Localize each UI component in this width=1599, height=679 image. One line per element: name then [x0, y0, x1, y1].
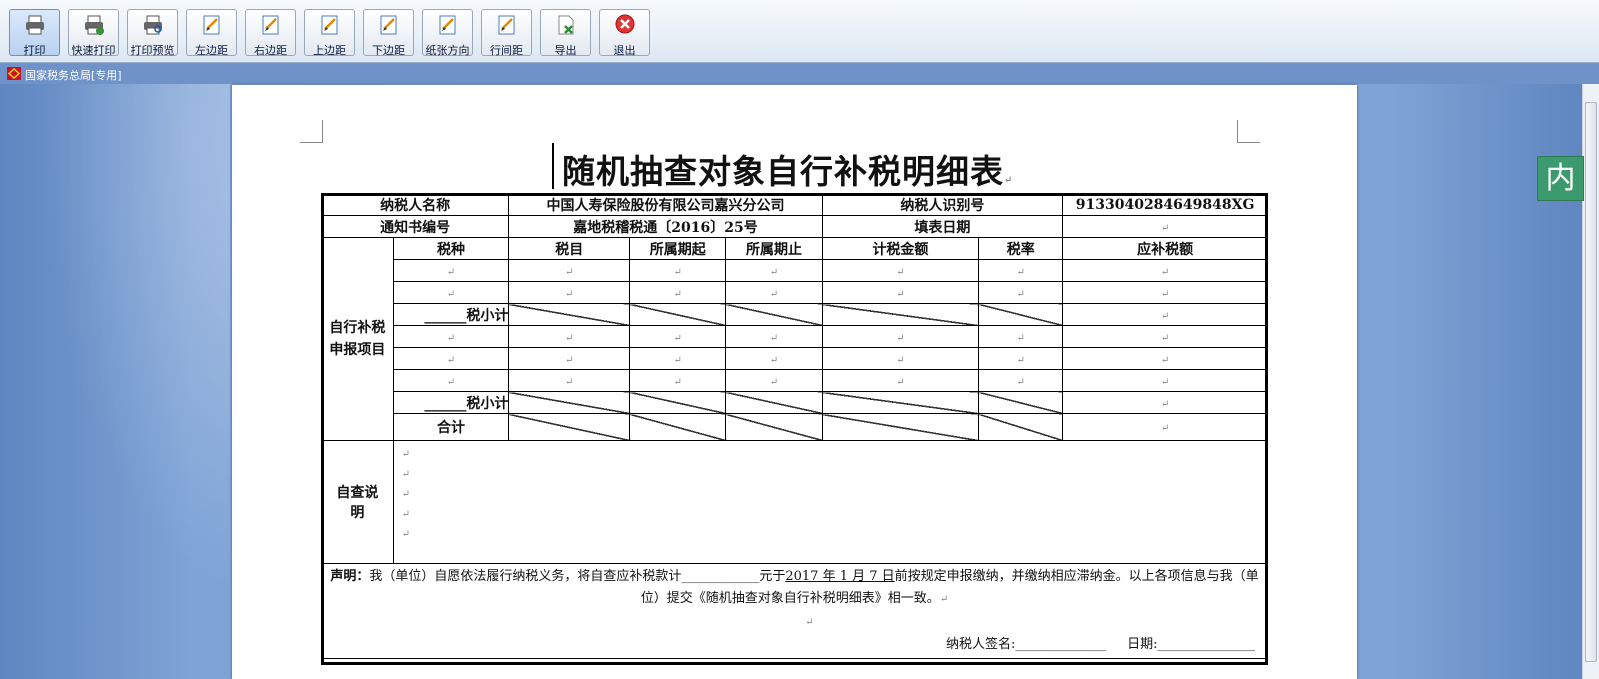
margin-corner-top-right [1237, 120, 1260, 143]
export-excel-icon [558, 15, 574, 35]
top-margin-label: 上边距 [313, 44, 346, 57]
printer-icon [26, 15, 44, 35]
line-spacing-label: 行间距 [490, 44, 523, 57]
declaration-text-1: 我（单位）自愿依法履行纳税义务，将自查应补税款计____________元于 [369, 569, 786, 584]
declaration-date: 2017 年 1 月 7 日 [785, 569, 895, 584]
left-margin-button[interactable]: 左边距 [186, 9, 237, 57]
paper-orientation-label: 纸张方向 [425, 44, 470, 57]
document-page: 随机抽查对象自行补税明细表↵ 纳税人名称 中国人寿保险股份有限公司嘉兴分公司 纳… [232, 85, 1357, 679]
notice-number-label: 通知书编号 [320, 215, 510, 238]
bottom-margin-label: 下边距 [372, 44, 405, 57]
declaration-date-line: 日期:_______________ [1127, 637, 1255, 652]
notes-row: 自查说明 ↵ ↵ ↵ ↵ ↵ [321, 440, 1269, 564]
vertical-scrollbar[interactable] [1582, 84, 1599, 679]
total-row: 合计 ↵ [322, 413, 1268, 441]
notice-number-value: 嘉地税稽税通〔2016〕25号 [508, 215, 823, 238]
section-label: 自行补税申报项目 [321, 237, 394, 441]
right-margin-label: 右边距 [254, 44, 287, 57]
line-spacing-icon [498, 15, 515, 35]
right-margin-icon [262, 15, 279, 35]
document-tab-bar: 国家税务总局[专用] [0, 64, 1599, 84]
print-preview-button[interactable]: 打印预览 [127, 9, 178, 57]
fill-date-label: 填表日期 [821, 215, 1064, 238]
left-margin-icon [203, 15, 220, 35]
document-title: 随机抽查对象自行补税明细表↵ [562, 152, 1014, 191]
scrollbar-thumb[interactable] [1585, 102, 1597, 662]
tax-detail-table: 纳税人名称 中国人寿保险股份有限公司嘉兴分公司 纳税人识别号 913304028… [320, 193, 1269, 659]
quick-print-button[interactable]: 快速打印 [68, 9, 119, 57]
table-row: ↵ ↵ ↵ ↵ ↵ ↵ ↵ [322, 259, 1268, 282]
table-row: ↵ ↵ ↵ ↵ ↵ ↵ ↵ [322, 369, 1268, 392]
quick-print-label: 快速打印 [71, 44, 116, 57]
left-margin-label: 左边距 [195, 44, 228, 57]
exit-icon [615, 14, 635, 34]
margin-corner-top-left [300, 120, 323, 143]
subtotal-label: ______税小计 [392, 391, 510, 414]
taxpayer-id-value: 913304028464984​8XG [1062, 193, 1268, 216]
notes-label: 自查说明 [321, 440, 394, 564]
paper-orientation-button[interactable]: 纸张方向 [422, 9, 473, 57]
exit-button[interactable]: 退出 [599, 9, 650, 57]
export-label: 导出 [554, 44, 577, 57]
subtotal-row: ______税小计 ↵ [322, 303, 1268, 326]
col-tax-type: 税种 [392, 237, 510, 260]
taxpayer-name-label: 纳税人名称 [320, 193, 510, 216]
subtotal-row: ______税小计 ↵ [322, 391, 1268, 414]
subtotal-label: ______税小计 [392, 303, 510, 326]
paper-orientation-icon [439, 15, 456, 35]
print-label: 打印 [23, 44, 46, 57]
quick-print-icon [85, 15, 104, 35]
total-label: 合计 [392, 413, 510, 441]
top-margin-icon [321, 15, 338, 35]
col-tax-item: 税目 [508, 237, 631, 260]
fill-date-value: ↵ [1062, 215, 1268, 238]
col-tax-rate: 税率 [978, 237, 1064, 260]
print-preview-label: 打印预览 [130, 44, 175, 57]
signature-line: 纳税人签名:______________ [946, 637, 1107, 652]
declaration-prefix: 声明： [330, 569, 370, 584]
bottom-margin-icon [380, 15, 397, 35]
exit-label: 退出 [613, 44, 636, 57]
taxpayer-name-value: 中国人寿保险股份有限公司嘉兴分公司 [508, 193, 823, 216]
table-row: ↵ ↵ ↵ ↵ ↵ ↵ ↵ [322, 325, 1268, 348]
tax-bureau-logo-icon [7, 67, 21, 80]
document-window-title: 国家税务总局[专用] [25, 69, 122, 82]
bottom-margin-button[interactable]: 下边距 [363, 9, 414, 57]
table-row: ↵ ↵ ↵ ↵ ↵ ↵ ↵ [322, 347, 1268, 370]
toolbar: 打印 快速打印 打印预览 左边距 右边距 上边距 下边距 纸张方向 行间距 导出… [0, 0, 1599, 63]
notes-content[interactable]: ↵ ↵ ↵ ↵ ↵ [392, 440, 1269, 564]
side-badge: 内 [1537, 156, 1584, 201]
line-spacing-button[interactable]: 行间距 [481, 9, 532, 57]
col-period-start: 所属期起 [629, 237, 727, 260]
taxpayer-id-label: 纳税人识别号 [821, 193, 1064, 216]
declaration: 声明：我（单位）自愿依法履行纳税义务，将自查应补税款计____________元… [321, 563, 1268, 659]
export-button[interactable]: 导出 [540, 9, 591, 57]
table-row: ↵ ↵ ↵ ↵ ↵ ↵ ↵ [322, 281, 1268, 304]
col-period-end: 所属期止 [725, 237, 823, 260]
right-margin-button[interactable]: 右边距 [245, 9, 296, 57]
text-cursor [552, 143, 554, 189]
top-margin-button[interactable]: 上边距 [304, 9, 355, 57]
col-taxable-amount: 计税金额 [821, 237, 980, 260]
print-preview-icon [144, 15, 162, 35]
col-tax-due: 应补税额 [1062, 237, 1268, 260]
print-button[interactable]: 打印 [9, 9, 60, 57]
